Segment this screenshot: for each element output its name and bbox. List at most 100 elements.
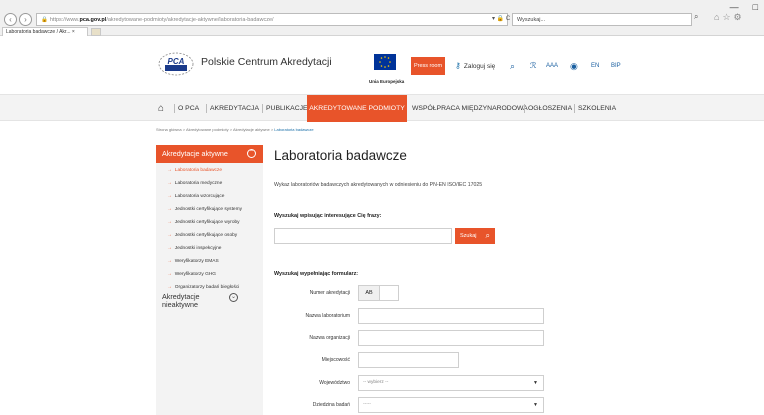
sidebar-item-jc-wyroby[interactable]: → Jednostki certyfikujące wyroby — [167, 220, 240, 225]
breadcrumb-item[interactable]: Strona główna — [156, 127, 182, 132]
voivodeship-select[interactable]: -- wybierz -- ▼ — [358, 375, 544, 391]
sidebar-item-organizatorzy[interactable]: → Organizatorzy badań biegłości — [167, 285, 239, 290]
search-button[interactable]: Szukaj ⌕ — [455, 228, 495, 244]
arrow-icon: → — [167, 233, 172, 238]
sidebar-item-laboratoria-medyczne[interactable]: → Laboratoria medyczne — [167, 181, 222, 186]
field-of-testing-select[interactable]: ----- ▼ — [358, 397, 544, 413]
nav-separator — [262, 104, 263, 113]
arrow-icon: → — [167, 285, 172, 290]
arrow-icon: → — [167, 207, 172, 212]
phrase-search-label: Wyszukaj wpisując interesujące Cię frazy… — [274, 213, 382, 219]
arrow-icon: → — [167, 168, 172, 173]
lang-en-link[interactable]: EN — [591, 57, 599, 75]
main-nav: ⌂ O PCA AKREDYTACJA PUBLIKACJE AKREDYTOW… — [0, 94, 764, 122]
sidebar-item-jc-systemy[interactable]: → Jednostki certyfikujące systemy — [167, 207, 242, 212]
org-name-label: Nazwa organizacji — [309, 335, 350, 341]
breadcrumb-item[interactable]: Akredytowane podmioty — [186, 127, 229, 132]
nav-separator — [206, 104, 207, 113]
browser-search-input[interactable]: Wyszukaj... — [512, 13, 692, 26]
minimize-button[interactable]: — — [730, 2, 739, 12]
nav-o-pca[interactable]: O PCA — [178, 95, 199, 122]
address-bar[interactable]: 🔒 https://www.pca.gov.pl/akredytowane-pod… — [36, 13, 508, 26]
site-name[interactable]: Polskie Centrum Akredytacji — [201, 56, 332, 68]
accreditation-prefix: AB — [358, 285, 380, 301]
contrast-icon[interactable]: ◉ — [570, 58, 578, 74]
arrow-icon: → — [167, 220, 172, 225]
font-size-button[interactable]: AAA — [546, 58, 558, 74]
nav-publikacje[interactable]: PUBLIKACJE — [266, 95, 308, 122]
city-input[interactable] — [358, 352, 459, 368]
toolbar-icons[interactable]: ⌂☆⚙ — [714, 12, 745, 23]
page-description: Wykaz laboratoriów badawczych akredytowa… — [274, 182, 483, 188]
sidebar-active-header[interactable]: Akredytacje aktywne ⌃ — [156, 145, 263, 163]
chevron-down-icon: ▼ — [533, 380, 538, 386]
nav-separator — [174, 104, 175, 113]
address-controls[interactable]: ▾ 🔒 C — [492, 13, 510, 26]
nav-separator — [574, 104, 575, 113]
svg-text:PCA: PCA — [168, 57, 185, 66]
sidebar-item-ghg[interactable]: → Weryfikatorzy GHG — [167, 272, 216, 277]
voivodeship-value: -- wybierz -- — [363, 380, 389, 385]
org-name-input[interactable] — [358, 330, 544, 346]
arrow-icon: → — [167, 272, 172, 277]
browser-tab[interactable]: Laboratoria badawcze / Akr... × — [2, 27, 88, 36]
window-controls: — □ — [730, 2, 758, 12]
sidebar-item-laboratoria-badawcze[interactable]: → Laboratoria badawcze — [167, 168, 222, 173]
nav-separator — [524, 104, 525, 113]
arrow-icon: → — [167, 194, 172, 199]
press-room-button[interactable]: Press room — [411, 57, 445, 75]
sidebar-item-emas[interactable]: → Weryfikatorzy EMAS — [167, 259, 219, 264]
browser-search-icon[interactable]: ⌕ — [694, 12, 698, 22]
accreditation-number-input[interactable] — [380, 285, 399, 301]
form-search-label: Wyszukaj wypełniając formularz: — [274, 271, 359, 277]
breadcrumb-item[interactable]: Akredytacje aktywne — [233, 127, 270, 132]
lock-icon: 🔒 — [41, 17, 48, 23]
nav-ogloszenia[interactable]: OGŁOSZENIA — [528, 95, 572, 122]
url-path: /akredytowane-podmioty/akredytacje-aktyw… — [106, 17, 274, 23]
settings-icon: ⚙ — [733, 12, 745, 22]
tab-title: Laboratoria badawcze / Akr... — [6, 29, 71, 35]
search-icon[interactable]: ⌕ — [510, 58, 515, 74]
breadcrumb: Strona główna > Akredytowane podmioty > … — [156, 127, 314, 132]
lab-name-input[interactable] — [358, 308, 544, 324]
browser-chrome: — □ ‹ › 🔒 https://www.pca.gov.pl/akredyto… — [0, 0, 764, 36]
search-icon: ⌕ — [485, 231, 490, 240]
lab-name-label: Nazwa laboratorium — [305, 313, 350, 319]
nav-wspolpraca[interactable]: WSPÓŁPRACA MIĘDZYNARODOWA — [412, 95, 528, 122]
arrow-icon: → — [167, 246, 172, 251]
voivodeship-label: Województwo — [319, 380, 350, 386]
phrase-search-input[interactable] — [274, 228, 452, 244]
breadcrumb-current: Laboratoria badawcze — [274, 127, 314, 132]
arrow-icon: → — [167, 259, 172, 264]
city-label: Miejscowość — [321, 357, 350, 363]
maximize-button[interactable]: □ — [753, 2, 758, 12]
sidebar-active-title: Akredytacje aktywne — [162, 149, 228, 158]
login-link[interactable]: ⚷ Zaloguj się — [455, 57, 495, 76]
rss-icon[interactable]: ℛ — [530, 58, 536, 74]
favorites-icon: ☆ — [722, 12, 734, 22]
pca-logo[interactable]: PCA — [157, 52, 195, 76]
field-of-testing-value: ----- — [363, 402, 371, 407]
sidebar-inactive-title[interactable]: Akredytacje nieaktywne — [162, 293, 222, 309]
nav-szkolenia[interactable]: SZKOLENIA — [578, 95, 616, 122]
expand-icon[interactable]: ⌄ — [229, 293, 238, 302]
key-icon: ⚷ — [455, 61, 461, 70]
eu-flag-icon — [374, 54, 396, 70]
field-of-testing-label: Dziedzina badań — [312, 402, 350, 408]
bip-link[interactable]: BIP — [611, 57, 621, 75]
forward-button[interactable]: › — [19, 13, 32, 26]
sidebar-item-jc-osoby[interactable]: → Jednostki certyfikujące osoby — [167, 233, 237, 238]
url-domain: pca.gov.pl — [79, 17, 107, 23]
home-icon[interactable]: ⌂ — [158, 95, 164, 122]
login-label: Zaloguj się — [463, 63, 496, 70]
back-button[interactable]: ‹ — [4, 13, 17, 26]
nav-akredytowane-podmioty[interactable]: AKREDYTOWANE PODMIOTY — [307, 95, 407, 122]
search-button-label: Szukaj — [460, 233, 477, 239]
sidebar-item-laboratoria-wzorcujace[interactable]: → Laboratoria wzorcujące — [167, 194, 224, 199]
collapse-icon[interactable]: ⌃ — [247, 149, 256, 158]
nav-akredytacja[interactable]: AKREDYTACJA — [210, 95, 259, 122]
accreditation-number-label: Numer akredytacji — [309, 290, 350, 296]
sidebar-item-jednostki-inspekcyjne[interactable]: → Jednostki inspekcyjne — [167, 246, 221, 251]
new-tab-button[interactable] — [91, 28, 101, 36]
chevron-down-icon: ▼ — [533, 402, 538, 408]
